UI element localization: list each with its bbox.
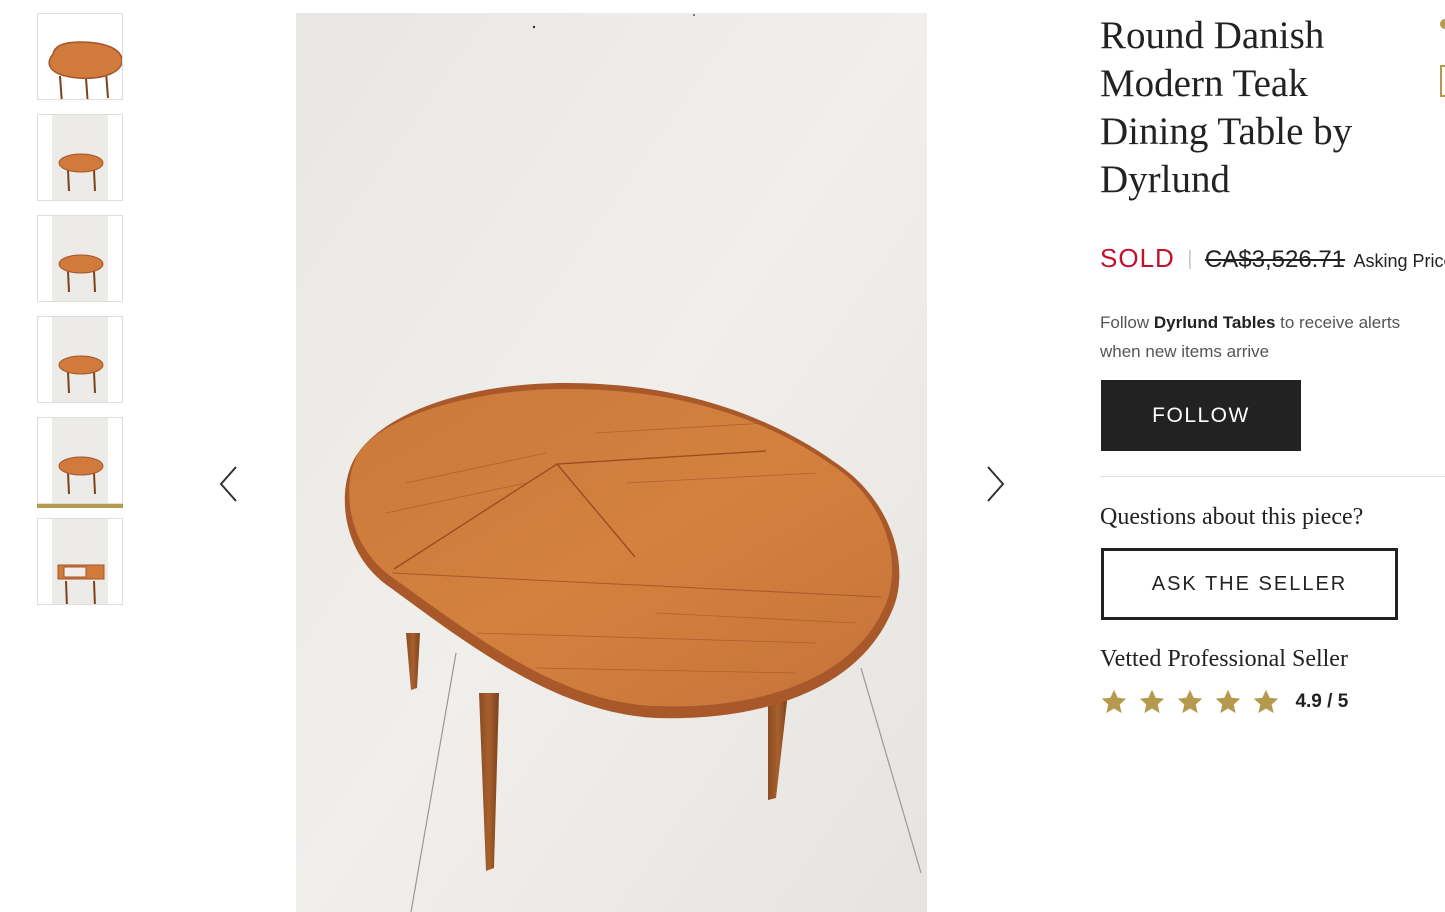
seller-rating: 4.9 / 5 [1100, 688, 1348, 720]
chevron-left-icon [219, 466, 237, 502]
table-photo-icon [296, 13, 927, 912]
star-icon [1214, 688, 1242, 716]
previous-image-button[interactable] [210, 454, 250, 514]
thumbnail-5[interactable] [37, 417, 123, 504]
edge-icon[interactable] [1437, 14, 1445, 34]
star-icon [1252, 688, 1280, 716]
table-photo-icon [52, 519, 108, 604]
ask-seller-button[interactable]: ASK THE SELLER [1101, 548, 1398, 620]
table-photo-icon [52, 216, 108, 301]
thumbnail-3[interactable] [37, 215, 123, 302]
product-title: Round Danish Modern Teak Dining Table by… [1100, 14, 1353, 201]
table-photo-icon [52, 115, 108, 200]
rating-stars [1100, 689, 1290, 714]
next-image-button[interactable] [974, 454, 1014, 514]
main-product-image[interactable] [296, 13, 927, 912]
edge-button[interactable] [1437, 64, 1445, 98]
star-icon [1100, 688, 1128, 716]
price-label: Asking Price [1353, 251, 1445, 271]
follow-message: Follow Dyrlund Tables to receive alerts … [1100, 308, 1445, 366]
follow-button[interactable]: FOLLOW [1101, 380, 1301, 451]
price-divider: | [1187, 248, 1193, 270]
table-photo-icon [52, 317, 108, 402]
status-badge: SOLD [1100, 243, 1175, 273]
follow-text-before: Follow [1100, 313, 1150, 332]
table-photo-icon [52, 418, 108, 503]
thumbnail-2[interactable] [37, 114, 123, 201]
price-row: SOLD | CA$3,526.71 Asking Price [1100, 243, 1445, 274]
old-price: CA$3,526.71 [1204, 246, 1346, 273]
thumbnail-4[interactable] [37, 316, 123, 403]
thumbnail-6[interactable] [37, 518, 123, 605]
seller-name-link[interactable]: Dyrlund Tables [1154, 313, 1276, 332]
star-icon [1138, 688, 1166, 716]
vetted-seller-label: Vetted Professional Seller [1100, 646, 1348, 672]
chevron-right-icon [987, 466, 1005, 502]
star-icon [1176, 688, 1204, 716]
section-divider [1100, 476, 1445, 477]
active-thumbnail-indicator [37, 504, 123, 508]
rating-value: 4.9 / 5 [1295, 691, 1349, 712]
questions-heading: Questions about this piece? [1100, 504, 1364, 530]
thumbnail-1[interactable] [37, 13, 123, 100]
table-photo-icon [38, 14, 122, 99]
product-page: Round Danish Modern Teak Dining Table by… [0, 0, 1445, 912]
